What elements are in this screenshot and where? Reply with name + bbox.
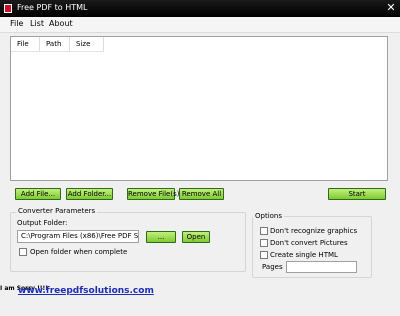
output-folder-label: Output Folder: bbox=[17, 219, 68, 227]
menu-bar: File List About bbox=[0, 17, 400, 33]
close-icon[interactable]: ✕ bbox=[384, 1, 398, 15]
options-title: Options bbox=[253, 212, 285, 220]
remove-files-button[interactable]: Remove File(s) bbox=[127, 188, 179, 200]
column-header-file[interactable]: File bbox=[11, 37, 40, 52]
app-window: Free PDF to HTML ✕ File List About File … bbox=[0, 0, 400, 316]
dont-recognize-graphics-checkbox[interactable] bbox=[260, 227, 268, 235]
remove-all-button[interactable]: Remove All bbox=[179, 188, 224, 200]
pages-input[interactable] bbox=[286, 261, 357, 273]
file-list-table[interactable]: File Path Size bbox=[10, 36, 388, 181]
create-single-html-label: Create single HTML bbox=[270, 251, 338, 259]
add-file-button[interactable]: Add File... bbox=[15, 188, 61, 200]
dont-convert-pictures-checkbox[interactable] bbox=[260, 239, 268, 247]
menu-list[interactable]: List bbox=[30, 19, 44, 28]
dont-recognize-graphics-label: Don't recognize graphics bbox=[270, 227, 358, 235]
open-folder-checkbox[interactable] bbox=[19, 248, 27, 256]
website-link[interactable]: www.freepdfsolutions.com bbox=[18, 286, 154, 296]
app-icon bbox=[4, 4, 12, 13]
column-header-size[interactable]: Size bbox=[70, 37, 104, 52]
dont-convert-pictures-label: Don't convert Pictures bbox=[270, 239, 348, 247]
browse-button[interactable]: ... bbox=[146, 231, 176, 243]
converter-parameters-title: Converter Parameters bbox=[16, 207, 98, 215]
open-button[interactable]: Open bbox=[182, 231, 210, 243]
menu-about[interactable]: About bbox=[49, 19, 73, 28]
create-single-html-checkbox[interactable] bbox=[260, 251, 268, 259]
open-folder-label: Open folder when complete bbox=[30, 248, 128, 256]
start-button[interactable]: Start bbox=[328, 188, 386, 200]
pages-label: Pages bbox=[262, 263, 283, 271]
output-folder-input[interactable]: C:\Program Files (x86)\Free PDF Solutio bbox=[17, 230, 139, 243]
column-header-path[interactable]: Path bbox=[40, 37, 70, 52]
title-bar: Free PDF to HTML ✕ bbox=[0, 0, 400, 17]
window-title: Free PDF to HTML bbox=[17, 3, 88, 12]
menu-file[interactable]: File bbox=[10, 19, 23, 28]
add-folder-button[interactable]: Add Folder... bbox=[66, 188, 113, 200]
